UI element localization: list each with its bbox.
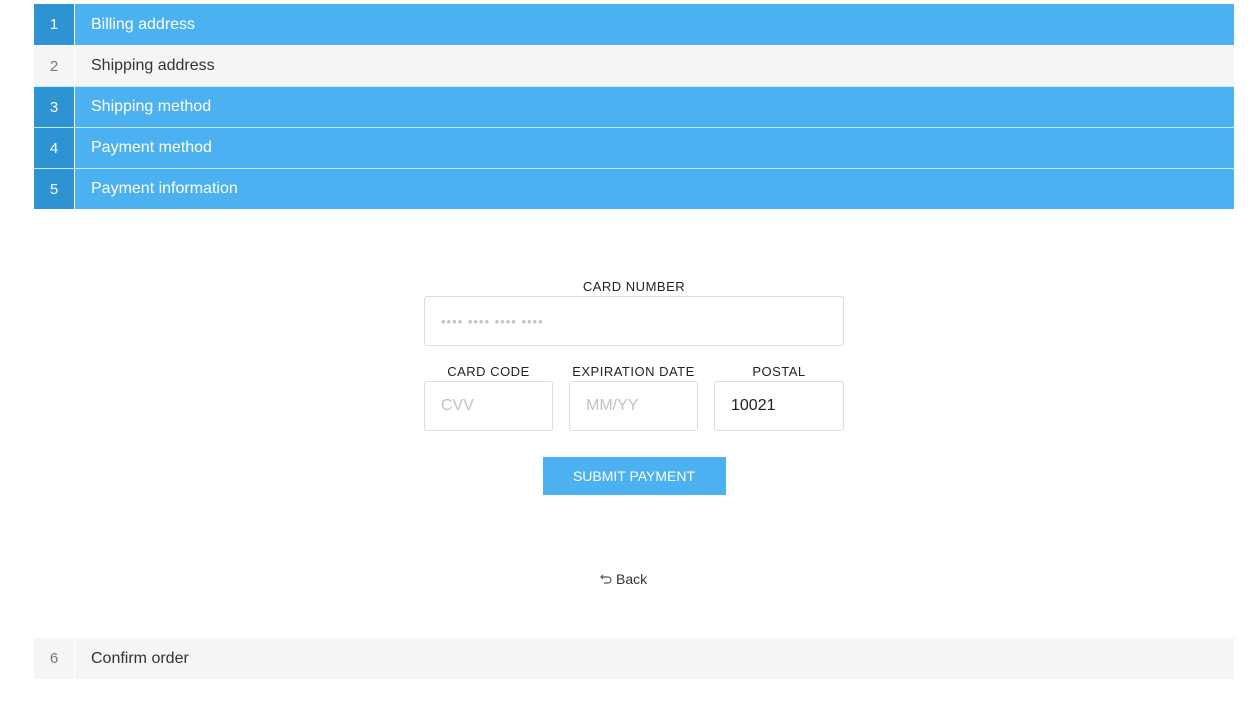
final-step-container: 6 Confirm order: [34, 638, 1234, 679]
step-number: 1: [34, 4, 75, 45]
submit-payment-button[interactable]: SUBMIT PAYMENT: [542, 457, 726, 495]
step-shipping-method[interactable]: 3 Shipping method: [34, 86, 1234, 127]
step-shipping-address[interactable]: 2 Shipping address: [34, 45, 1234, 86]
card-details-row: CARD CODE EXPIRATION DATE POSTAL: [424, 364, 844, 431]
step-label: Confirm order: [91, 649, 189, 667]
undo-arrow-icon: [600, 571, 612, 587]
back-link[interactable]: Back: [600, 571, 647, 587]
step-number: 3: [34, 87, 75, 127]
step-number: 5: [34, 169, 75, 209]
postal-input[interactable]: [714, 381, 844, 431]
step-number: 2: [34, 46, 75, 86]
expiration-date-label: EXPIRATION DATE: [572, 364, 695, 379]
step-label: Payment method: [91, 139, 212, 156]
step-confirm-order[interactable]: 6 Confirm order: [34, 638, 1234, 679]
card-number-input[interactable]: [424, 296, 844, 346]
step-number: 6: [34, 638, 75, 679]
card-number-label: CARD NUMBER: [582, 279, 686, 294]
step-label: Shipping address: [91, 57, 215, 74]
back-label: Back: [616, 571, 648, 587]
step-label: Shipping method: [91, 98, 212, 115]
card-code-label: CARD CODE: [447, 364, 530, 379]
step-number: 4: [34, 128, 75, 168]
payment-form: CARD NUMBER CARD CODE EXPIRATION DATE PO…: [424, 279, 844, 495]
step-label: Billing address: [91, 15, 196, 33]
checkout-steps: 1 Billing address 2 Shipping address 3 S…: [34, 4, 1234, 209]
step-billing-address[interactable]: 1 Billing address: [34, 4, 1234, 45]
postal-label: POSTAL: [752, 364, 806, 379]
expiration-date-input[interactable]: [569, 381, 698, 431]
step-label: Payment information: [91, 180, 238, 197]
step-payment-information[interactable]: 5 Payment information: [34, 168, 1234, 209]
card-code-input[interactable]: [424, 381, 553, 431]
step-payment-method[interactable]: 4 Payment method: [34, 127, 1234, 168]
